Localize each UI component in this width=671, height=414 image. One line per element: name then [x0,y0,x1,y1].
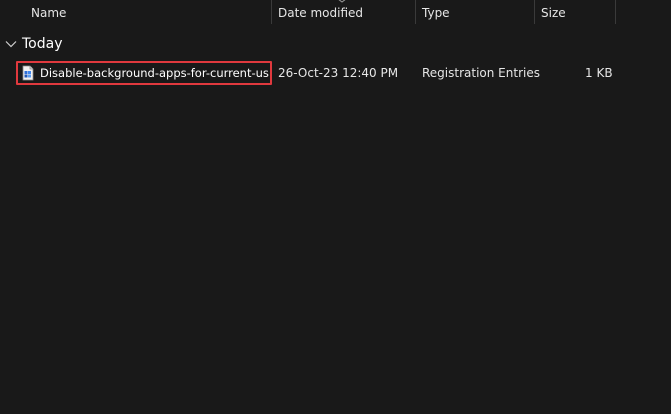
column-header-date-modified[interactable]: Date modified [271,0,415,26]
file-type: Registration Entries [422,66,540,80]
column-divider[interactable] [615,0,616,24]
file-explorer-view: Name Date modified Type Size Today Disab… [0,0,671,414]
column-header-type[interactable]: Type [415,0,534,26]
registry-file-icon [22,65,34,81]
column-header-size[interactable]: Size [534,0,615,26]
chevron-down-icon[interactable] [4,37,18,51]
file-size: 1 KB [585,66,613,80]
group-header-today[interactable]: Today [4,33,63,55]
column-header-name[interactable]: Name [24,0,271,26]
file-name-label: Disable-background-apps-for-current-us..… [40,66,270,80]
file-row[interactable]: Disable-background-apps-for-current-us..… [0,61,671,85]
column-header-bar: Name Date modified Type Size [0,0,671,26]
file-name-cell[interactable]: Disable-background-apps-for-current-us..… [16,61,272,85]
file-date-modified: 26-Oct-23 12:40 PM [278,66,399,80]
group-label: Today [22,36,63,52]
